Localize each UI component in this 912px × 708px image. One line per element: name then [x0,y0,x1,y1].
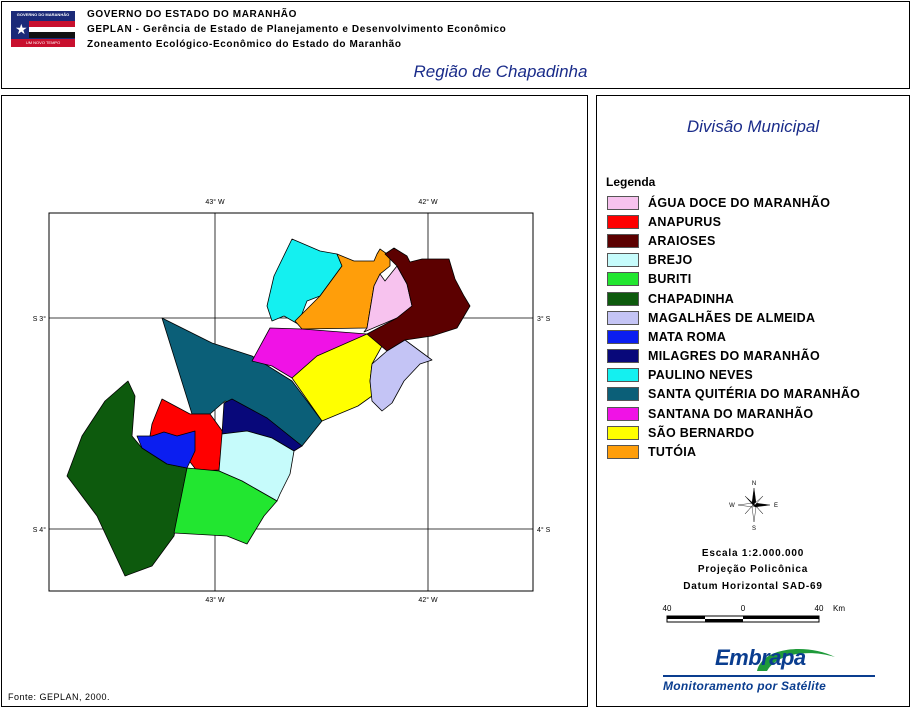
header-agency: GEPLAN - Gerência de Estado de Planejame… [87,24,507,35]
embrapa-subtitle: Monitoramento por Satélite [663,679,827,693]
state-government-logo: GOVERNO DO MARANHÃO ★ UM NOVO TEMPO [11,11,75,47]
tick-left-3s: S 3° [33,315,47,323]
legend-label: BURITI [648,272,692,287]
legend-item: MAGALHÃES DE ALMEIDA [607,308,860,327]
legend-label: SANTA QUITÉRIA DO MARANHÃO [648,387,861,402]
legend-label: ÁGUA DOCE DO MARANHÃO [648,195,831,210]
legend-swatch [607,406,639,421]
header-project: Zoneamento Ecológico-Econômico do Estado… [87,39,402,50]
legend-item: MATA ROMA [607,327,860,346]
tick-left-4s: S 4° [33,526,47,534]
scalebar-left: 40 [663,604,672,613]
legend-label: ARAIOSES [648,233,716,248]
datum-text: Datum Horizontal SAD-69 [683,581,823,592]
compass-rose-icon: N S W E [729,481,778,531]
compass-s: S [752,526,756,531]
legend-swatch [607,329,639,344]
legend-label: PAULINO NEVES [648,368,754,383]
legend-label: MAGALHÃES DE ALMEIDA [648,310,816,325]
legend-item: TUTÓIA [607,442,860,461]
legend-swatch [607,349,639,364]
legend-item: ARAIOSES [607,231,860,250]
tick-bottom-43w: 43° W [205,596,225,604]
logo-top-text: GOVERNO DO MARANHÃO [11,11,75,19]
scalebar-right: 40 [815,604,824,613]
legend-heading: Legenda [606,175,656,189]
map-panel: 43° W 42° W 43° W 42° W S 3° S 4° 3° S 4… [1,95,588,707]
scale-bar: 40 0 40 Km [663,604,845,623]
legend-item: BURITI [607,270,860,289]
legend-swatch [607,233,639,248]
legend-label: TUTÓIA [648,445,697,460]
compass-e: E [774,503,778,509]
compass-w: W [729,503,735,509]
legend-swatch [607,387,639,402]
tick-top-42w: 42° W [418,198,438,206]
legend-label: SÃO BERNARDO [648,425,755,440]
legend-swatch [607,253,639,268]
legend-item: CHAPADINHA [607,289,860,308]
tick-top-43w: 43° W [205,198,225,206]
legend-panel: Divisão Municipal Legenda ÁGUA DOCE DO M… [596,95,910,707]
source-note: Fonte: GEPLAN, 2000. [8,692,111,702]
scalebar-unit: Km [833,604,845,613]
legend-swatch [607,214,639,229]
tick-right-3s: 3° S [537,315,551,323]
legend-swatch [607,445,639,460]
legend-title: Divisão Municipal [686,117,820,136]
legend-item: BREJO [607,251,860,270]
legend-label: MILAGRES DO MARANHÃO [648,349,820,364]
legend-item: SANTA QUITÉRIA DO MARANHÃO [607,385,860,404]
projection-text: Projeção Policônica [697,564,809,575]
legend-item: MILAGRES DO MARANHÃO [607,347,860,366]
legend-label: ANAPURUS [648,214,722,229]
legend-swatch [607,272,639,287]
embrapa-name: Embrapa [715,645,806,670]
legend-list: ÁGUA DOCE DO MARANHÃO ANAPURUS ARAIOSES … [607,193,860,462]
scalebar-mid: 0 [741,604,746,613]
header-panel: GOVERNO DO MARANHÃO ★ UM NOVO TEMPO GOVE… [1,1,910,89]
header-government: GOVERNO DO ESTADO DO MARANHÃO [87,9,297,20]
legend-label: CHAPADINHA [648,291,735,306]
star-icon: ★ [15,21,28,37]
legend-swatch [607,425,639,440]
tick-bottom-42w: 42° W [418,596,438,604]
tick-right-4s: 4° S [537,526,551,534]
legend-swatch [607,195,639,210]
legend-item: ANAPURUS [607,212,860,231]
legend-swatch [607,291,639,306]
legend-label: MATA ROMA [648,329,727,344]
legend-label: BREJO [648,253,693,268]
legend-label: SANTANA DO MARANHÃO [648,406,814,421]
legend-swatch [607,368,639,383]
scale-text: Escala 1:2.000.000 [701,548,805,559]
municipal-map: 43° W 42° W 43° W 42° W S 3° S 4° 3° S 4… [33,198,551,604]
legend-swatch [607,310,639,325]
legend-item: PAULINO NEVES [607,366,860,385]
embrapa-logo: Embrapa Monitoramento por Satélite [657,643,877,693]
region-title: Região de Chapadinha [413,62,588,81]
legend-item: SANTANA DO MARANHÃO [607,404,860,423]
compass-n: N [752,481,756,487]
municipalities [66,238,471,577]
legend-item: SÃO BERNARDO [607,423,860,442]
logo-bottom-text: UM NOVO TEMPO [11,39,75,47]
legend-item: ÁGUA DOCE DO MARANHÃO [607,193,860,212]
embrapa-rule [663,675,875,677]
